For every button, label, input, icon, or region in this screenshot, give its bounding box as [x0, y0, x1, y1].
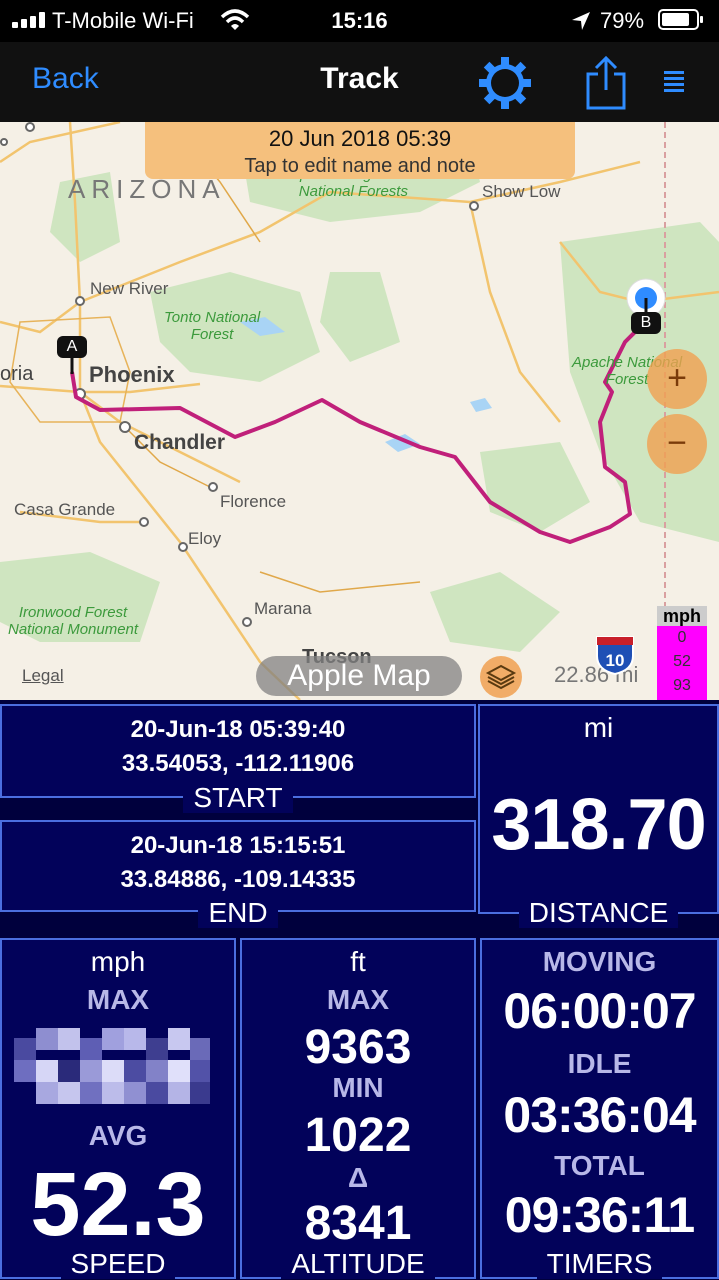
altitude-min-label: MIN: [332, 1072, 384, 1103]
speed-legend-value: 52: [673, 653, 691, 670]
start-caption: START: [0, 782, 476, 814]
map-label-florence: Florence: [220, 492, 287, 511]
altitude-label: ALTITUDE: [281, 1248, 435, 1279]
map-label-chandler: Chandler: [134, 431, 226, 454]
speed-legend-value: 93: [673, 677, 691, 694]
altitude-min-value: 1022: [304, 1109, 412, 1162]
layers-icon[interactable]: [480, 656, 522, 698]
end-caption: END: [0, 897, 476, 929]
altitude-unit: ft: [350, 946, 366, 977]
battery-percent: 79%: [600, 8, 645, 33]
speed-unit: mph: [90, 946, 146, 977]
timers-moving-label: MOVING: [542, 946, 657, 977]
end-marker[interactable]: B: [631, 312, 661, 334]
distance-panel[interactable]: mi 318.70: [478, 704, 719, 914]
speed-legend-bar: 0 52 93: [657, 626, 707, 700]
timers-total-label: TOTAL: [554, 1150, 645, 1181]
altitude-max-label: MAX: [326, 984, 390, 1015]
speed-panel[interactable]: mph MAX AVG 52.3: [0, 938, 236, 1279]
speed-avg-label: AVG: [88, 1120, 148, 1151]
map-type-button[interactable]: Apple Map: [256, 656, 462, 696]
distance-label: DISTANCE: [518, 897, 679, 928]
altitude-caption: ALTITUDE: [240, 1248, 476, 1280]
end-datetime: 20-Jun-18 15:15:51: [130, 832, 346, 859]
speed-legend-unit: mph: [657, 606, 707, 626]
timers-moving-value: 06:00:07: [503, 983, 696, 1039]
map-label-tonto: Tonto National Forest: [164, 309, 261, 343]
timers-total-value: 09:36:11: [504, 1187, 695, 1243]
start-label: START: [183, 782, 293, 813]
speed-avg-value: 52.3: [30, 1155, 206, 1255]
start-coords: 33.54053, -112.11906: [121, 750, 355, 777]
altitude-delta-value: 8341: [304, 1197, 412, 1250]
map-label-show-low: Show Low: [482, 182, 561, 201]
map-label-phoenix: Phoenix: [89, 362, 175, 387]
location-arrow-icon: [572, 12, 590, 30]
timers-idle-label: IDLE: [567, 1048, 632, 1079]
distance-caption: DISTANCE: [478, 897, 719, 929]
list-icon[interactable]: [660, 68, 688, 96]
end-coords: 33.84886, -109.14335: [120, 866, 356, 893]
speed-max-value-pixelated: [14, 1028, 210, 1118]
track-name-banner[interactable]: 20 Jun 2018 05:39 Tap to edit name and n…: [145, 122, 575, 179]
map-label-eloy: Eloy: [188, 529, 222, 548]
zoom-in-button[interactable]: +: [647, 349, 707, 409]
map-label-marana: Marana: [254, 599, 312, 618]
distance-value: 318.70: [491, 785, 706, 865]
battery-icon: [658, 9, 703, 30]
share-icon[interactable]: [584, 54, 628, 110]
track-map[interactable]: ARIZONA Apache-Sitgreaves National Fores…: [0, 122, 719, 700]
map-label-casa-grande: Casa Grande: [14, 500, 116, 519]
timers-label: TIMERS: [536, 1248, 663, 1279]
speed-max-label: MAX: [86, 984, 150, 1015]
track-name: 20 Jun 2018 05:39: [268, 126, 452, 151]
gear-icon[interactable]: [478, 56, 532, 110]
status-bar: T-Mobile Wi-Fi 15:16 79%: [0, 0, 719, 42]
back-button[interactable]: Back: [32, 62, 99, 96]
altitude-max-value: 9363: [304, 1021, 412, 1074]
map-label-ironwood: Ironwood Forest National Monument: [8, 604, 139, 638]
start-marker[interactable]: A: [57, 336, 87, 358]
timers-panel[interactable]: MOVING 06:00:07 IDLE 03:36:04 TOTAL 09:3…: [480, 938, 719, 1279]
map-label-oria: oria: [0, 363, 34, 385]
navigation-bar: Back Track: [0, 42, 719, 122]
timers-idle-value: 03:36:04: [503, 1087, 696, 1143]
speed-legend-value: 0: [677, 629, 687, 646]
speed-caption: SPEED: [0, 1248, 236, 1280]
legal-link[interactable]: Legal: [22, 666, 64, 686]
interstate-number: 10: [606, 651, 625, 670]
timers-caption: TIMERS: [480, 1248, 719, 1280]
start-datetime: 20-Jun-18 05:39:40: [130, 716, 346, 743]
end-label: END: [198, 897, 278, 928]
track-note-hint: Tap to edit name and note: [244, 155, 476, 177]
speed-legend: mph 0 52 93: [657, 606, 707, 700]
zoom-out-button[interactable]: −: [647, 414, 707, 474]
map-label-new-river: New River: [90, 279, 169, 298]
distance-unit: mi: [583, 712, 614, 743]
altitude-delta-label: Δ: [347, 1162, 369, 1193]
speed-label: SPEED: [60, 1248, 176, 1279]
interstate-shield-icon: 10: [596, 636, 634, 676]
altitude-panel[interactable]: ft MAX 9363 MIN 1022 Δ 8341: [240, 938, 476, 1279]
